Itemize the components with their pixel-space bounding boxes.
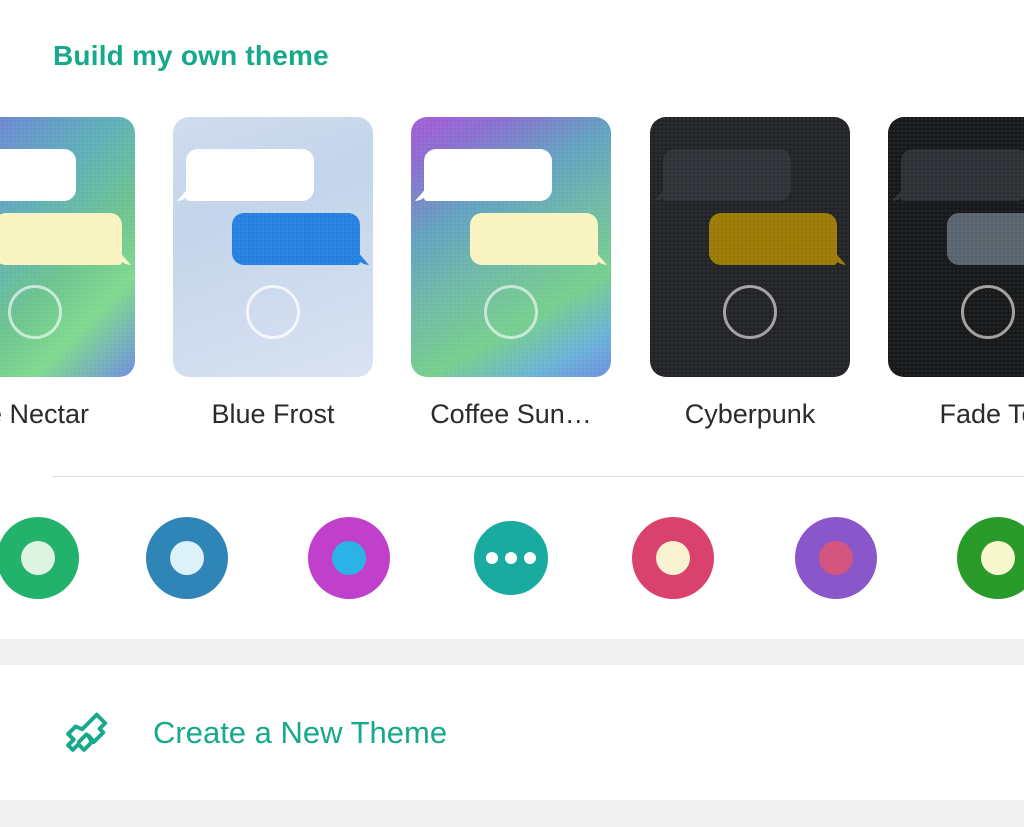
theme-preview-card[interactable] [650,117,850,377]
swatch-inner-dot [332,541,366,575]
more-options-icon [486,552,536,564]
page-title: Build my own theme [53,40,329,71]
section-divider [52,476,1024,477]
incoming-bubble-preview [424,149,552,201]
theme-name-label: Coffee Sun… [430,399,592,429]
circle-outline-icon [8,285,62,339]
theme-carousel[interactable]: le Nectar Blue Frost Coffee Sun… Cyberpunk F… [0,117,1024,447]
swatch-green[interactable] [0,517,79,599]
swatch-purple[interactable] [795,517,877,599]
outgoing-bubble-preview [470,213,598,265]
swatch-more[interactable] [470,517,552,599]
theme-name-label: Blue Frost [211,399,335,429]
theme-item[interactable]: Coffee Sun… [411,117,611,430]
theme-item[interactable]: Cyberpunk [650,117,850,430]
circle-outline-icon [246,285,300,339]
separator-band-bottom [0,800,1024,827]
outgoing-bubble-preview [709,213,837,265]
swatch-blue[interactable] [146,517,228,599]
incoming-bubble-preview [186,149,314,201]
swatch-magenta[interactable] [308,517,390,599]
outgoing-bubble-preview [947,213,1024,265]
theme-item[interactable]: Blue Frost [173,117,373,430]
incoming-bubble-preview [663,149,791,201]
swatch-inner-dot [656,541,690,575]
swatch-pink[interactable] [632,517,714,599]
create-new-theme-label: Create a New Theme [153,714,448,750]
theme-preview-card[interactable] [0,117,135,377]
circle-outline-icon [961,285,1015,339]
theme-preview-card[interactable] [888,117,1024,377]
theme-preview-card[interactable] [411,117,611,377]
swatch-green-2[interactable] [957,517,1024,599]
incoming-bubble-preview [0,149,76,201]
incoming-bubble-preview [901,149,1024,201]
swatch-inner-dot [981,541,1015,575]
swatch-inner-dot [170,541,204,575]
swatch-inner-dot [21,541,55,575]
separator-band-top [0,639,1024,665]
theme-preview-card[interactable] [173,117,373,377]
theme-item[interactable]: Fade To [888,117,1024,430]
outgoing-bubble-preview [0,213,122,265]
theme-item[interactable]: le Nectar [0,117,135,430]
outgoing-bubble-preview [232,213,360,265]
theme-picker-screen: Build my own theme le Nectar Blue Frost Co… [0,0,1024,827]
paintbrush-icon [66,712,108,752]
color-swatch-row[interactable] [0,517,1024,601]
create-new-theme-row[interactable]: Create a New Theme [0,665,1024,800]
theme-name-label: Cyberpunk [684,399,816,429]
circle-outline-icon [723,285,777,339]
circle-outline-icon [484,285,538,339]
theme-name-label: Fade To [939,399,1024,429]
swatch-inner-dot [819,541,853,575]
theme-name-label: le Nectar [0,399,90,429]
